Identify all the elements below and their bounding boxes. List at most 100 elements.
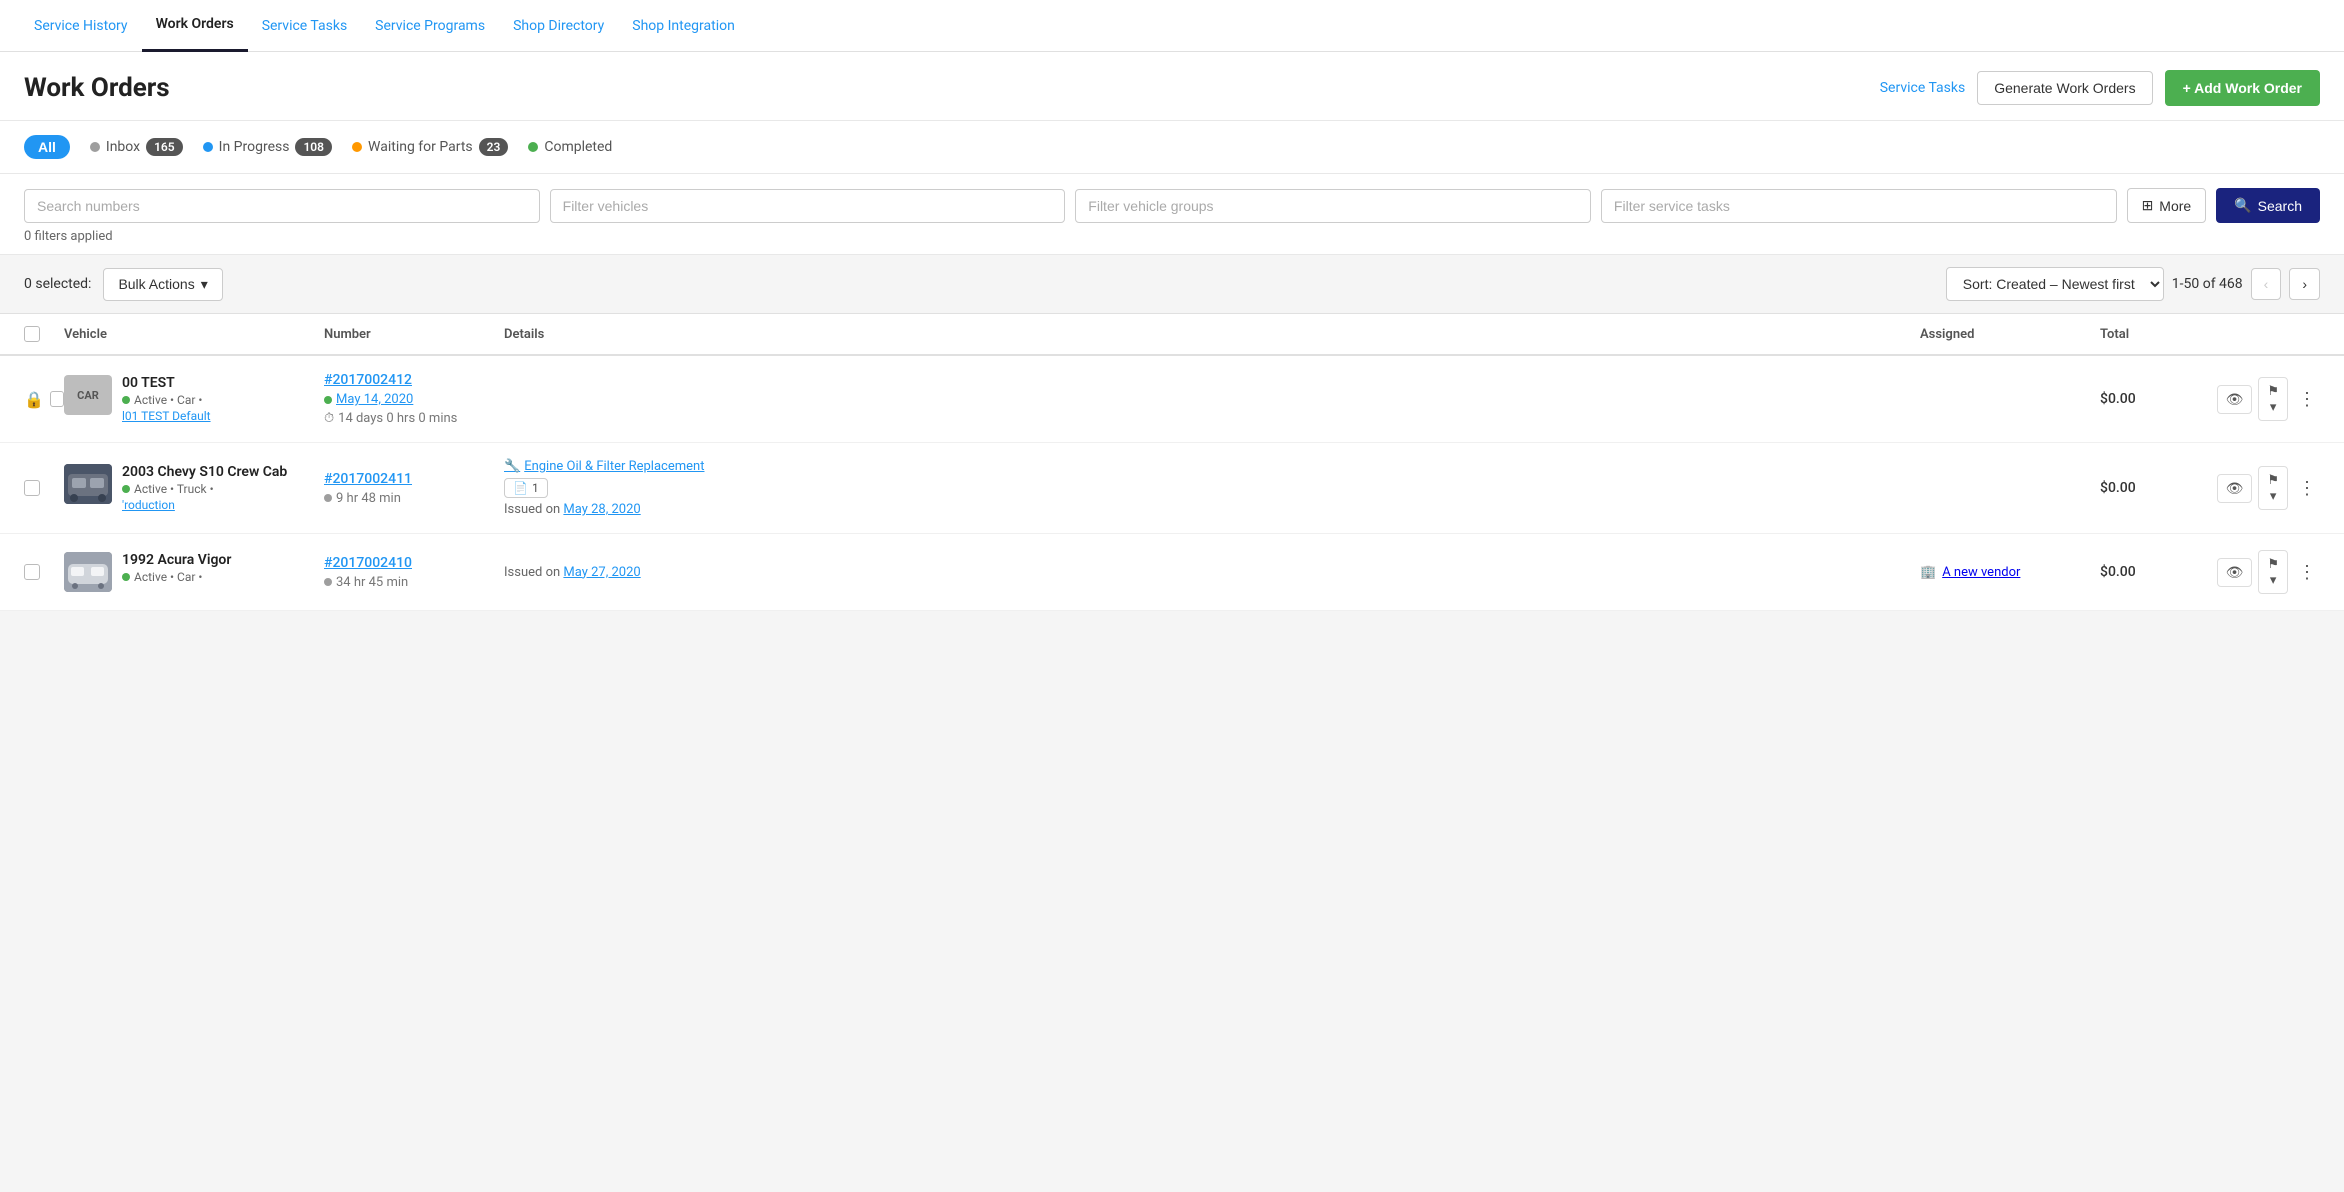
waiting-parts-badge: 23: [479, 138, 509, 156]
row3-view-button[interactable]: 👁: [2217, 558, 2253, 587]
row3-issued-date[interactable]: May 27, 2020: [563, 565, 640, 580]
filter-vehicle-groups-input[interactable]: [1075, 189, 1591, 223]
tab-completed-label: Completed: [544, 139, 612, 155]
row2-more-button[interactable]: ⋮: [2294, 476, 2320, 501]
row2-details-cell: 🔧 Engine Oil & Filter Replacement 📄 1 Is…: [504, 459, 1920, 517]
filters-bar: ⊞ More 🔍 Search 0 filters applied: [0, 174, 2344, 255]
row2-work-order-number[interactable]: #2017002411: [324, 471, 504, 487]
completed-dot: [528, 142, 538, 152]
nav-work-orders[interactable]: Work Orders: [142, 0, 248, 52]
nav-service-tasks[interactable]: Service Tasks: [248, 0, 361, 52]
nav-service-programs[interactable]: Service Programs: [361, 0, 499, 52]
table-header: Vehicle Number Details Assigned Total: [0, 314, 2344, 356]
row3-time-dot: [324, 578, 332, 586]
filter-service-tasks-input[interactable]: [1601, 189, 2117, 223]
header-number: Number: [324, 327, 504, 342]
status-tabs: All Inbox 165 In Progress 108 Waiting fo…: [0, 121, 2344, 174]
tab-inbox-label: Inbox: [106, 139, 140, 155]
bulk-actions-button[interactable]: Bulk Actions ▾: [103, 268, 222, 301]
more-filters-button[interactable]: ⊞ More: [2127, 188, 2207, 223]
work-orders-table: Vehicle Number Details Assigned Total 🔒 …: [0, 314, 2344, 611]
top-navigation: Service History Work Orders Service Task…: [0, 0, 2344, 52]
prev-page-button[interactable]: ‹: [2251, 268, 2282, 300]
inbox-dot: [90, 142, 100, 152]
row1-date-dot: [324, 396, 332, 404]
row3-vehicle-cell: 1992 Acura Vigor Active • Car •: [64, 552, 324, 592]
tab-inbox[interactable]: Inbox 165: [90, 138, 183, 156]
row1-status-dot: [122, 396, 130, 404]
tab-in-progress[interactable]: In Progress 108: [203, 138, 332, 156]
page-title: Work Orders: [24, 73, 170, 103]
row3-assigned-cell: 🏢 A new vendor: [1920, 565, 2100, 580]
generate-work-orders-button[interactable]: Generate Work Orders: [1977, 71, 2152, 105]
row1-more-button[interactable]: ⋮: [2294, 387, 2320, 412]
row1-checkbox[interactable]: [50, 391, 64, 407]
row3-wo-time: 34 hr 45 min: [324, 575, 504, 590]
filter-vehicles-input[interactable]: [550, 189, 1066, 223]
row1-vehicle-meta: Active • Car •: [122, 393, 211, 407]
row3-vehicle-name: 1992 Acura Vigor: [122, 552, 231, 568]
search-icon: 🔍: [2234, 197, 2251, 214]
row1-wo-time: ⏱ 14 days 0 hrs 0 mins: [324, 411, 504, 426]
row3-number-cell: #2017002410 34 hr 45 min: [324, 555, 504, 590]
nav-service-history[interactable]: Service History: [20, 0, 142, 52]
row2-wo-time: 9 hr 48 min: [324, 491, 504, 506]
add-work-order-button[interactable]: + Add Work Order: [2165, 70, 2320, 106]
row2-flag-button[interactable]: ⚑ ▾: [2258, 466, 2288, 510]
row2-issued-date[interactable]: May 28, 2020: [563, 502, 640, 517]
header-checkbox-col: [24, 326, 64, 342]
select-all-checkbox[interactable]: [24, 326, 40, 342]
row3-flag-button[interactable]: ⚑ ▾: [2258, 550, 2288, 594]
row3-more-button[interactable]: ⋮: [2294, 560, 2320, 585]
row2-vehicle-group[interactable]: 'roduction: [122, 498, 287, 512]
row2-doc-icon: 📄: [513, 481, 528, 495]
bulk-actions-row: 0 selected: Bulk Actions ▾ Sort: Created…: [0, 255, 2344, 314]
row2-checkbox[interactable]: [24, 480, 40, 496]
selected-count: 0 selected:: [24, 276, 91, 292]
tab-in-progress-label: In Progress: [219, 139, 290, 155]
row3-checkbox-cell: [24, 564, 64, 580]
row2-vehicle-meta: Active • Truck •: [122, 482, 287, 496]
filters-applied: 0 filters applied: [24, 229, 2320, 244]
row2-vehicle-name: 2003 Chevy S10 Crew Cab: [122, 464, 287, 480]
row1-flag-button[interactable]: ⚑ ▾: [2258, 377, 2288, 421]
tab-completed[interactable]: Completed: [528, 139, 612, 155]
tab-waiting-label: Waiting for Parts: [368, 139, 473, 155]
row2-vehicle-info: 2003 Chevy S10 Crew Cab Active • Truck •…: [122, 464, 287, 512]
nav-shop-directory[interactable]: Shop Directory: [499, 0, 618, 52]
search-button[interactable]: 🔍 Search: [2216, 188, 2320, 223]
sort-select[interactable]: Sort: Created – Newest first: [1946, 267, 2164, 301]
row2-wrench-icon: 🔧: [504, 459, 520, 474]
row2-view-button[interactable]: 👁: [2217, 474, 2253, 503]
next-page-button[interactable]: ›: [2289, 268, 2320, 300]
nav-shop-integration[interactable]: Shop Integration: [618, 0, 749, 52]
tab-all[interactable]: All: [24, 135, 70, 159]
row3-issued: Issued on May 27, 2020: [504, 565, 1920, 580]
row2-time-dot: [324, 494, 332, 502]
row1-clock-icon: ⏱: [324, 411, 334, 426]
row1-wo-date[interactable]: May 14, 2020: [324, 392, 504, 407]
waiting-parts-dot: [352, 142, 362, 152]
row1-vehicle-thumb: CAR: [64, 375, 112, 415]
bulk-left: 0 selected: Bulk Actions ▾: [24, 268, 223, 301]
row2-service-link[interactable]: 🔧 Engine Oil & Filter Replacement: [504, 459, 1920, 474]
search-label: Search: [2258, 198, 2302, 214]
row3-work-order-number[interactable]: #2017002410: [324, 555, 504, 571]
service-tasks-link[interactable]: Service Tasks: [1880, 80, 1965, 96]
row1-view-button[interactable]: 👁: [2217, 385, 2253, 414]
lock-icon: 🔒: [24, 390, 44, 409]
row3-checkbox[interactable]: [24, 564, 40, 580]
in-progress-badge: 108: [295, 138, 332, 156]
row3-vendor-link[interactable]: A new vendor: [1942, 565, 2020, 580]
row1-work-order-number[interactable]: #2017002412: [324, 372, 504, 388]
bulk-actions-label: Bulk Actions: [118, 276, 194, 292]
tab-waiting-for-parts[interactable]: Waiting for Parts 23: [352, 138, 508, 156]
row2-number-cell: #2017002411 9 hr 48 min: [324, 471, 504, 506]
row1-total: $0.00: [2100, 391, 2220, 407]
pagination-info: 1-50 of 468: [2172, 276, 2243, 292]
in-progress-dot: [203, 142, 213, 152]
search-numbers-input[interactable]: [24, 189, 540, 223]
more-label: More: [2159, 198, 2191, 214]
row2-status-dot: [122, 485, 130, 493]
row1-vehicle-group[interactable]: l01 TEST Default: [122, 409, 211, 423]
